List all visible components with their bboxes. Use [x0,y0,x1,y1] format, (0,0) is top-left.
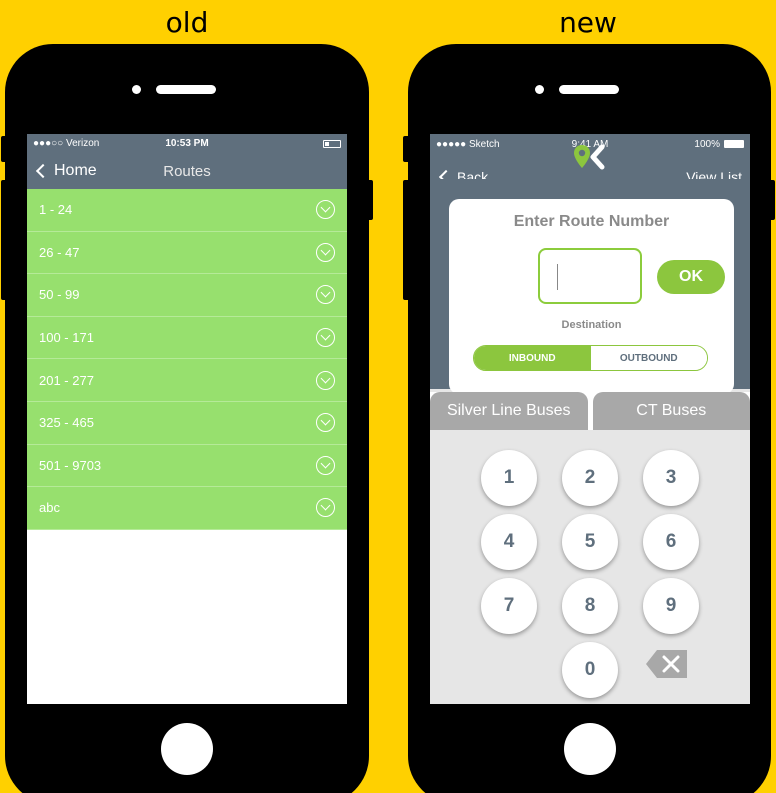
status-bar: ●●●○○ Verizon 10:53 PM [27,134,347,153]
speaker [156,85,216,94]
key-2[interactable]: 2 [562,450,618,506]
status-time: 10:53 PM [165,138,209,149]
chevron-down-circle-icon [316,498,335,518]
route-entry-card: Enter Route Number OK Destination INBOUN… [449,199,734,394]
route-number-input[interactable] [538,248,642,304]
old-screen: ●●●○○ Verizon 10:53 PM Home Routes 1 - 2… [27,134,347,704]
chevron-down-circle-icon [316,200,335,220]
route-label: 100 - 171 [39,330,94,346]
route-row[interactable]: 50 - 99 [27,274,347,317]
key-8[interactable]: 8 [562,578,618,634]
outbound-option[interactable]: OUTBOUND [590,346,707,370]
tab-silver-line[interactable]: Silver Line Buses [430,392,588,430]
chevron-down-circle-icon [316,413,335,433]
location-pin-check-logo-icon [574,144,605,170]
route-row[interactable]: 201 - 277 [27,359,347,402]
home-button[interactable] [564,723,616,775]
ok-button[interactable]: OK [657,260,725,294]
key-4[interactable]: 4 [481,514,537,570]
tab-ct-buses[interactable]: CT Buses [592,392,750,430]
route-label: 50 - 99 [39,287,80,303]
route-row[interactable]: 26 - 47 [27,231,347,275]
backspace-icon[interactable] [645,649,689,679]
keypad: 1 2 3 4 5 6 7 8 9 0 [430,430,750,704]
speaker [559,85,619,94]
chevron-down-circle-icon [316,242,335,262]
route-label: 201 - 277 [39,372,94,388]
camera [132,85,141,94]
route-list: 1 - 24 26 - 47 50 - 99 100 - 171 201 - 2… [27,189,347,530]
chevron-left-icon [35,163,51,179]
key-0[interactable]: 0 [562,642,618,698]
key-1[interactable]: 1 [481,450,537,506]
old-caption: old [165,6,209,39]
route-row[interactable]: 100 - 171 [27,316,347,360]
new-screen: ●●●●● Sketch 9:41 AM 100% Back View List… [430,134,750,704]
key-3[interactable]: 3 [643,450,699,506]
chevron-down-circle-icon [316,285,335,305]
home-button[interactable] [161,723,213,775]
home-back-button[interactable]: Home [27,162,97,180]
route-row[interactable]: 325 - 465 [27,401,347,445]
back-label: Home [54,162,97,179]
card-title: Enter Route Number [513,213,670,230]
inbound-option[interactable]: INBOUND [474,346,591,370]
route-label: 1 - 24 [39,202,73,218]
battery-icon [323,139,341,148]
key-5[interactable]: 5 [562,514,618,570]
destination-label: Destination [561,319,622,331]
key-7[interactable]: 7 [481,578,537,634]
key-6[interactable]: 6 [643,514,699,570]
new-caption: new [559,6,617,39]
new-phone-frame: ●●●●● Sketch 9:41 AM 100% Back View List… [408,44,771,793]
route-label: abc [39,500,60,516]
destination-toggle: INBOUND OUTBOUND [473,345,708,371]
route-label: 26 - 47 [39,244,80,260]
route-row[interactable]: abc [27,487,347,530]
nav-bar: Home Routes [27,153,347,189]
camera [535,85,544,94]
bus-tabs: Silver Line Buses CT Buses [430,392,750,430]
key-9[interactable]: 9 [643,578,699,634]
chevron-down-circle-icon [316,455,335,475]
chevron-down-circle-icon [316,370,335,390]
route-row[interactable]: 1 - 24 [27,189,347,232]
chevron-down-circle-icon [316,328,335,348]
old-phone-frame: ●●●○○ Verizon 10:53 PM Home Routes 1 - 2… [5,44,369,793]
route-row[interactable]: 501 - 9703 [27,444,347,488]
route-label: 325 - 465 [39,415,94,431]
route-label: 501 - 9703 [39,457,102,473]
